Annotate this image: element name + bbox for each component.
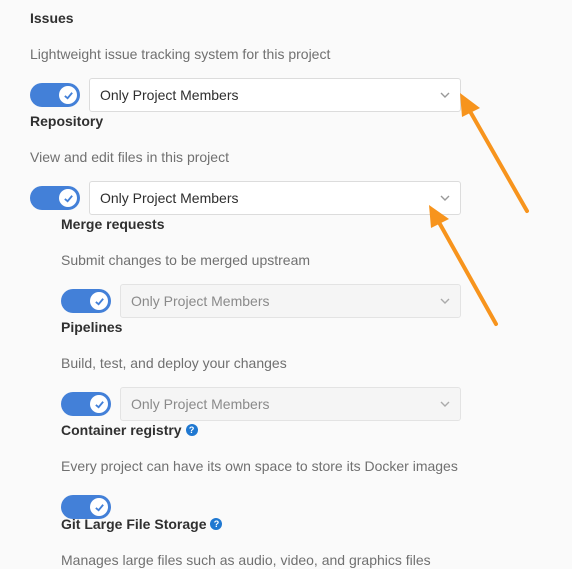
pipelines-description: Build, test, and deploy your changes [61, 355, 287, 371]
git-lfs-description: Manages large files such as audio, video… [61, 552, 431, 568]
chevron-down-icon [440, 401, 450, 407]
issues-toggle[interactable] [30, 83, 80, 107]
chevron-down-icon [440, 298, 450, 304]
repository-title: Repository [30, 113, 104, 129]
check-icon [59, 86, 77, 104]
merge-requests-description: Submit changes to be merged upstream [61, 252, 311, 268]
container-registry-section: Container registry ? Every project can h… [61, 421, 458, 524]
check-icon [90, 292, 108, 310]
git-lfs-section: Git Large File Storage ? Manages large f… [61, 515, 431, 569]
check-icon [90, 498, 108, 516]
check-icon [59, 189, 77, 207]
merge-requests-access-value: Only Project Members [131, 293, 270, 309]
issues-access-select[interactable]: Only Project Members [89, 78, 461, 112]
help-icon[interactable]: ? [210, 518, 223, 530]
merge-requests-access-select[interactable]: Only Project Members [120, 284, 461, 318]
issues-section: Issues Lightweight issue tracking system… [30, 9, 461, 112]
pipelines-toggle[interactable] [61, 392, 111, 416]
help-icon[interactable]: ? [185, 424, 198, 436]
repository-toggle[interactable] [30, 186, 80, 210]
pipelines-access-value: Only Project Members [131, 396, 270, 412]
pipelines-title: Pipelines [61, 319, 123, 335]
check-icon [90, 395, 108, 413]
issues-description: Lightweight issue tracking system for th… [30, 46, 331, 62]
repository-access-value: Only Project Members [100, 190, 239, 206]
repository-access-select[interactable]: Only Project Members [89, 181, 461, 215]
arrow-to-issues-select [460, 93, 529, 213]
merge-requests-title: Merge requests [61, 216, 165, 232]
issues-access-value: Only Project Members [100, 87, 239, 103]
repository-description: View and edit files in this project [30, 149, 229, 165]
pipelines-section: Pipelines Build, test, and deploy your c… [61, 318, 461, 421]
container-registry-description: Every project can have its own space to … [61, 458, 458, 474]
merge-requests-section: Merge requests Submit changes to be merg… [61, 215, 461, 318]
merge-requests-toggle[interactable] [61, 289, 111, 313]
repository-section: Repository View and edit files in this p… [30, 112, 461, 215]
chevron-down-icon [440, 195, 450, 201]
container-registry-title: Container registry [61, 422, 182, 438]
chevron-down-icon [440, 92, 450, 98]
issues-title: Issues [30, 10, 74, 26]
pipelines-access-select[interactable]: Only Project Members [120, 387, 461, 421]
git-lfs-title: Git Large File Storage [61, 516, 207, 532]
